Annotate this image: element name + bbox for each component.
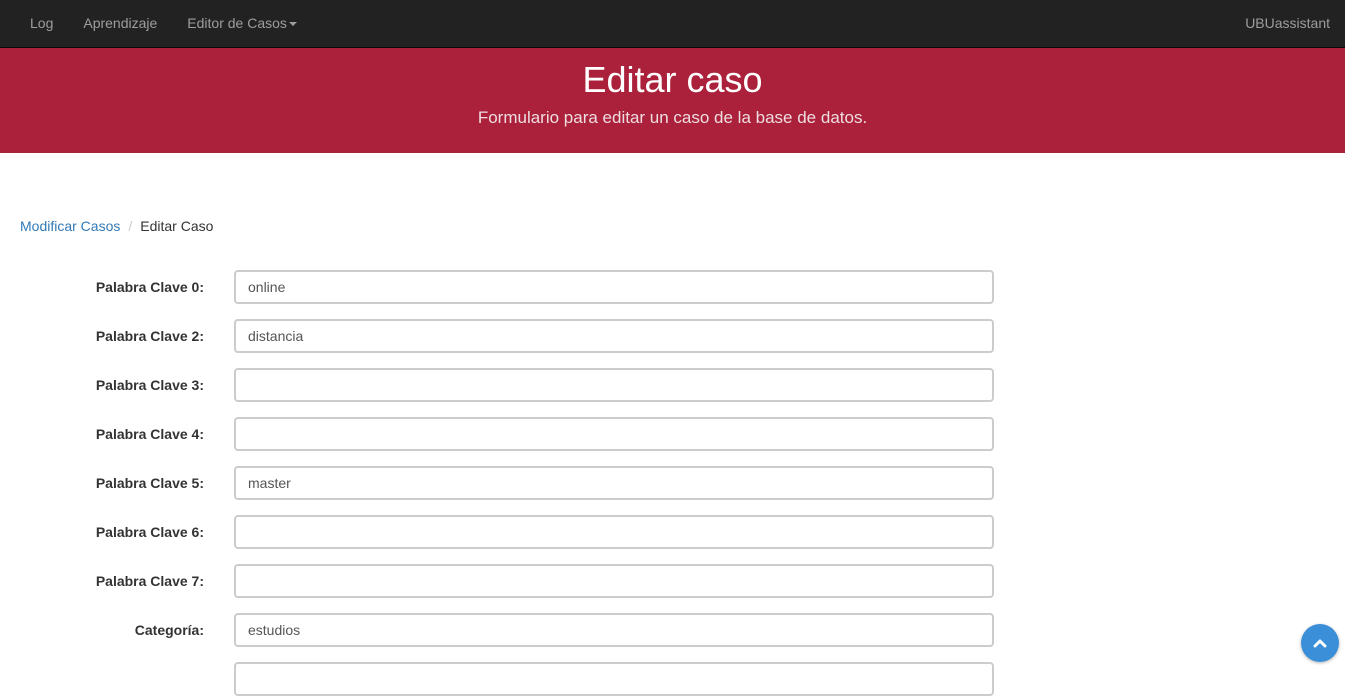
keyword-5-input[interactable] (234, 466, 994, 500)
breadcrumb-active: Editar Caso (140, 218, 214, 234)
brand-link[interactable]: UBUassistant (1245, 0, 1330, 46)
form-row-palabra-clave-6: Palabra Clave 6: (0, 515, 1000, 549)
nav-item-editor-casos-label: Editor de Casos (187, 15, 287, 31)
breadcrumb: Modificar Casos / Editar Caso (20, 216, 213, 236)
page-subtitle: Formulario para editar un caso de la bas… (477, 108, 868, 127)
keyword-0-input[interactable] (234, 270, 994, 304)
form-row-palabra-clave-7: Palabra Clave 7: (0, 564, 1000, 598)
nav-item-aprendizaje[interactable]: Aprendizaje (68, 0, 172, 46)
navbar: Log Aprendizaje Editor de Casos UBUassis… (0, 0, 1345, 48)
form-row-categoria: Categoría: (0, 613, 1000, 647)
form-row-palabra-clave-5: Palabra Clave 5: (0, 466, 1000, 500)
field-label: Palabra Clave 5: (95, 475, 204, 491)
nav-menu: Log Aprendizaje Editor de Casos (15, 0, 312, 46)
chevron-up-icon (1313, 639, 1327, 648)
caret-down-icon (288, 22, 297, 27)
field-label: Palabra Clave 0: (95, 279, 204, 295)
form-row-palabra-clave-0: Palabra Clave 0: (0, 270, 1000, 304)
next-field-input[interactable] (234, 662, 994, 696)
scroll-to-top-button[interactable] (1301, 624, 1339, 662)
field-label: Palabra Clave 7: (95, 573, 204, 589)
keyword-4-input[interactable] (234, 417, 994, 451)
field-label: Categoría: (134, 622, 204, 638)
breadcrumb-separator: / (128, 218, 133, 234)
form-row-next (0, 662, 1000, 696)
category-input[interactable] (234, 613, 994, 647)
nav-item-editor-casos[interactable]: Editor de Casos (172, 0, 312, 46)
breadcrumb-link-modificar-casos[interactable]: Modificar Casos (20, 218, 120, 234)
field-label: Palabra Clave 2: (95, 328, 204, 344)
page-title: Editar caso (582, 59, 763, 100)
form-row-palabra-clave-4: Palabra Clave 4: (0, 417, 1000, 451)
keyword-3-input[interactable] (234, 368, 994, 402)
keyword-6-input[interactable] (234, 515, 994, 549)
field-label: Palabra Clave 6: (95, 524, 204, 540)
field-label: Palabra Clave 3: (95, 377, 204, 393)
nav-item-log[interactable]: Log (15, 0, 68, 46)
form-row-palabra-clave-3: Palabra Clave 3: (0, 368, 1000, 402)
page-header: Editar caso Formulario para editar un ca… (0, 48, 1345, 153)
form-row-palabra-clave-2: Palabra Clave 2: (0, 319, 1000, 353)
keyword-7-input[interactable] (234, 564, 994, 598)
keyword-2-input[interactable] (234, 319, 994, 353)
field-label: Palabra Clave 4: (95, 426, 204, 442)
